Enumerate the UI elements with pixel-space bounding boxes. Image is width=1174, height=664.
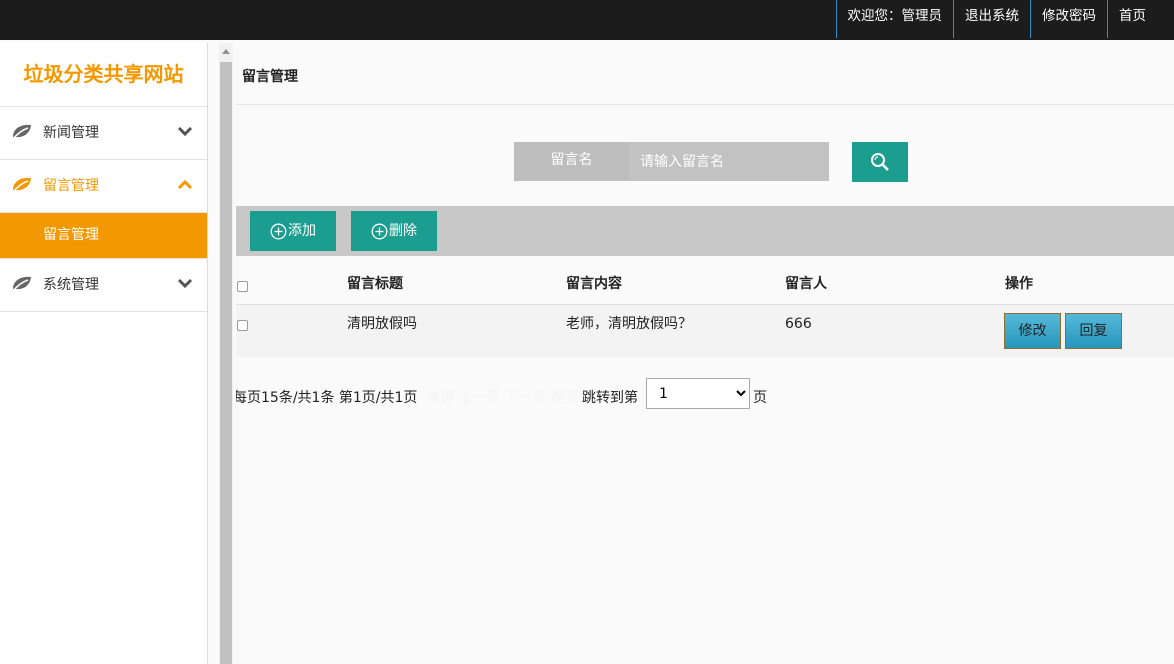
leaf-icon <box>11 124 31 141</box>
delete-button-label: 删除 <box>389 223 417 239</box>
search-label: 留言名 <box>514 142 629 181</box>
chevron-down-icon <box>177 126 193 137</box>
welcome-text: 欢迎您：管理员 <box>835 0 954 38</box>
sidebar-item-message-management[interactable]: 留言管理 <box>0 213 207 259</box>
plus-circle-icon <box>371 223 388 240</box>
reply-button[interactable]: 回复 <box>1065 313 1122 349</box>
top-bar: 欢迎您：管理员 退出系统 修改密码 首页 <box>0 0 1174 40</box>
jump-label: 跳转到第 <box>582 390 638 406</box>
scrollbar-thumb[interactable] <box>220 62 232 664</box>
message-author-cell: 666 <box>785 316 812 332</box>
message-title-cell: 清明放假吗 <box>347 316 417 332</box>
edit-button[interactable]: 修改 <box>1004 313 1061 349</box>
column-header: 留言内容 <box>566 276 622 292</box>
leaf-icon <box>11 177 31 194</box>
main-content: 留言管理 留言名 添加 删除 留言标题 留言内容 <box>236 43 1174 664</box>
pagination-info: 每页15条/共1条 第1页/共1页 <box>236 390 418 406</box>
sidebar-group-messages[interactable]: 留言管理 <box>0 160 207 213</box>
table-row: 清明放假吗 老师，清明放假吗？ 666 修改 回复 <box>236 305 1174 357</box>
sidebar-group-label: 留言管理 <box>43 178 99 194</box>
logout-link[interactable]: 退出系统 <box>953 0 1030 38</box>
message-content-cell: 老师，清明放假吗？ <box>566 316 692 332</box>
search-input[interactable] <box>629 142 829 181</box>
column-header: 操作 <box>1005 276 1033 292</box>
home-link[interactable]: 首页 <box>1107 0 1157 38</box>
row-checkbox[interactable] <box>237 320 248 331</box>
message-table: 留言标题 留言内容 留言人 操作 清明放假吗 老师，清明放假吗？ 666 修改 … <box>236 256 1174 357</box>
delete-button[interactable]: 删除 <box>351 211 437 251</box>
search-icon <box>871 153 889 171</box>
chevron-up-icon <box>177 179 193 190</box>
top-nav: 欢迎您：管理员 退出系统 修改密码 首页 <box>835 0 1158 38</box>
sidebar: 垃圾分类共享网站 新闻管理 留言管理 留言管理 系统管理 <box>0 43 208 664</box>
add-button-label: 添加 <box>288 223 316 239</box>
pagination-links[interactable]: 首页 上一页 下一页 尾页 <box>426 388 579 409</box>
search-button[interactable] <box>852 142 908 182</box>
toolbar: 添加 删除 <box>236 206 1174 256</box>
select-all-checkbox[interactable] <box>237 281 248 292</box>
page-title: 留言管理 <box>236 43 1174 105</box>
page-unit-label: 页 <box>753 390 767 406</box>
table-header: 留言标题 留言内容 留言人 操作 <box>236 256 1174 305</box>
sidebar-group-label: 新闻管理 <box>43 125 99 141</box>
sidebar-group-news[interactable]: 新闻管理 <box>0 107 207 160</box>
plus-circle-icon <box>270 223 287 240</box>
pagination: 每页15条/共1条 第1页/共1页 首页 上一页 下一页 尾页 跳转到第 1 页 <box>236 378 1174 409</box>
scroll-up-icon[interactable] <box>222 49 230 54</box>
add-button[interactable]: 添加 <box>250 211 336 251</box>
vertical-scrollbar[interactable] <box>219 43 233 664</box>
chevron-down-icon <box>177 278 193 289</box>
column-header: 留言标题 <box>347 276 403 292</box>
page-select[interactable]: 1 <box>646 378 750 409</box>
column-header: 留言人 <box>785 276 827 292</box>
site-title: 垃圾分类共享网站 <box>0 43 207 107</box>
sidebar-group-system[interactable]: 系统管理 <box>0 259 207 312</box>
change-password-link[interactable]: 修改密码 <box>1030 0 1107 38</box>
leaf-icon <box>11 276 31 293</box>
sidebar-group-label: 系统管理 <box>43 277 99 293</box>
